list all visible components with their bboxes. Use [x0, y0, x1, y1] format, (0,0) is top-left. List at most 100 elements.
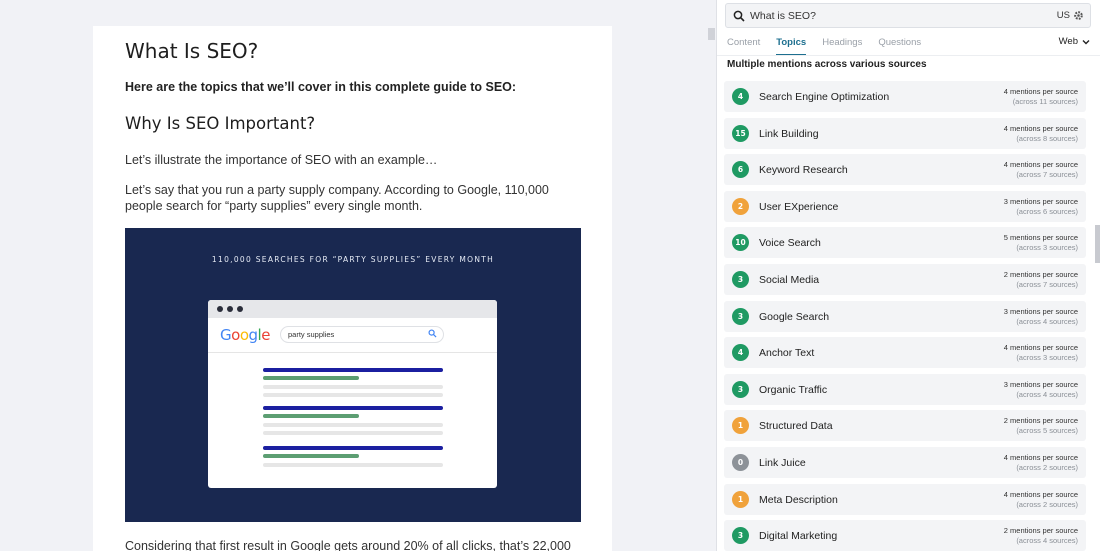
- topic-mentions: 3 mentions per source (across 6 sources): [1004, 197, 1078, 217]
- topic-name: Voice Search: [759, 237, 821, 250]
- result-snippet-line: [263, 423, 443, 427]
- paragraph-1[interactable]: Let’s illustrate the importance of SEO w…: [125, 152, 580, 168]
- mentions-per-source: 2 mentions per source: [1003, 416, 1078, 426]
- topic-name: Link Building: [759, 127, 819, 140]
- result-title-line: [263, 406, 443, 410]
- sources-count: (across 6 sources): [1016, 206, 1078, 216]
- tab-questions[interactable]: Questions: [878, 36, 921, 56]
- illustration-search-box: party supplies: [280, 326, 444, 343]
- topic-count-badge: 4: [732, 344, 749, 362]
- topic-item[interactable]: 2 User EXperience 3 mentions per source …: [724, 190, 1086, 222]
- search-input[interactable]: [750, 6, 1040, 25]
- topic-mentions: 3 mentions per source (across 4 sources): [1004, 380, 1078, 400]
- divider: [717, 55, 1100, 56]
- browser-illustration: Google party supplies: [208, 300, 497, 488]
- mentions-per-source: 4 mentions per source: [1003, 87, 1078, 96]
- topic-mentions: 4 mentions per source (across 2 sources): [1004, 453, 1078, 473]
- topic-item[interactable]: 1 Structured Data 2 mentions per source …: [724, 410, 1086, 442]
- topic-name: Google Search: [759, 310, 830, 323]
- topic-item[interactable]: 4 Anchor Text 4 mentions per source (acr…: [724, 337, 1086, 369]
- sources-count: (across 7 sources): [1016, 170, 1078, 180]
- chevron-down-icon: [1082, 39, 1090, 44]
- browser-header: Google party supplies: [208, 318, 497, 353]
- topic-name: Organic Traffic: [759, 383, 828, 396]
- illustration-search-text: party supplies: [288, 330, 335, 339]
- mentions-per-source: 4 mentions per source: [1003, 343, 1078, 353]
- topic-list: 4 Search Engine Optimization 4 mentions …: [724, 81, 1086, 551]
- topic-name: User EXperience: [759, 200, 839, 213]
- result-title-line: [263, 368, 443, 372]
- topic-mentions: 4 mentions per source (across 3 sources): [1004, 343, 1078, 363]
- sources-count: (across 4 sources): [1016, 536, 1078, 546]
- hero-image: 110,000 SEARCHES FOR “PARTY SUPPLIES” EV…: [125, 228, 581, 522]
- topic-item[interactable]: 15 Link Building 4 mentions per source (…: [724, 117, 1086, 149]
- tab-headings[interactable]: Headings: [822, 36, 862, 56]
- topic-count-badge: 1: [732, 417, 749, 435]
- topic-count-badge: 3: [732, 307, 749, 325]
- sources-count: (across 7 sources): [1016, 279, 1078, 289]
- mentions-per-source: 3 mentions per source: [1003, 196, 1078, 206]
- mentions-per-source: 4 mentions per source: [1003, 123, 1078, 133]
- topics-panel: US Content Topics Headings Questions Web…: [716, 0, 1100, 551]
- mentions-per-source: 5 mentions per source: [1003, 233, 1078, 243]
- topic-name: Search Engine Optimization: [759, 91, 890, 103]
- document-scrollbar[interactable]: [708, 0, 715, 551]
- topic-mentions: 2 mentions per source (across 5 sources): [1004, 416, 1078, 436]
- sources-count: (across 8 sources): [1016, 133, 1078, 143]
- topic-count-badge: 15: [732, 124, 749, 142]
- browser-titlebar: [208, 300, 497, 318]
- topic-count-badge: 2: [732, 197, 749, 215]
- sources-count: (across 4 sources): [1016, 389, 1078, 399]
- mentions-per-source: 2 mentions per source: [1003, 269, 1078, 279]
- topic-mentions: 4 mentions per source (across 7 sources): [1004, 160, 1078, 180]
- topic-count-badge: 4: [732, 88, 749, 105]
- paragraph-3[interactable]: Considering that first result in Google …: [125, 538, 580, 551]
- window-dot-icon: [227, 306, 233, 312]
- topic-item[interactable]: 4 Search Engine Optimization 4 mentions …: [724, 81, 1086, 112]
- result-url-line: [263, 376, 359, 380]
- topic-name: Link Juice: [759, 456, 806, 469]
- topic-item[interactable]: 6 Keyword Research 4 mentions per source…: [724, 154, 1086, 186]
- topic-item[interactable]: 3 Google Search 3 mentions per source (a…: [724, 300, 1086, 332]
- result-url-line: [263, 414, 359, 418]
- topic-name: Structured Data: [759, 420, 833, 433]
- topic-item[interactable]: 3 Organic Traffic 3 mentions per source …: [724, 373, 1086, 405]
- tab-bar: Content Topics Headings Questions: [727, 36, 937, 56]
- search-icon: [428, 329, 437, 338]
- result-snippet-line: [263, 431, 443, 435]
- section-title: Multiple mentions across various sources: [727, 59, 927, 70]
- panel-scrollbar-thumb[interactable]: [1095, 225, 1100, 263]
- topic-count-badge: 3: [732, 270, 749, 288]
- mentions-per-source: 4 mentions per source: [1003, 489, 1078, 499]
- topic-count-badge: 0: [732, 453, 749, 471]
- topic-count-badge: 1: [732, 490, 749, 508]
- mentions-per-source: 3 mentions per source: [1003, 306, 1078, 316]
- tab-topics[interactable]: Topics: [776, 36, 807, 56]
- topic-mentions: 3 mentions per source (across 4 sources): [1004, 307, 1078, 327]
- topic-item[interactable]: 0 Link Juice 4 mentions per source (acro…: [724, 446, 1086, 478]
- window-dot-icon: [217, 306, 223, 312]
- result-snippet-line: [263, 393, 443, 397]
- result-title-line: [263, 446, 443, 450]
- topic-item[interactable]: 3 Digital Marketing 2 mentions per sourc…: [724, 520, 1086, 551]
- country-selector[interactable]: US: [1057, 10, 1070, 21]
- window-dot-icon: [237, 306, 243, 312]
- document-page: What Is SEO? Here are the topics that we…: [93, 26, 612, 551]
- hero-title: 110,000 SEARCHES FOR “PARTY SUPPLIES” EV…: [211, 255, 495, 264]
- topic-item[interactable]: 10 Voice Search 5 mentions per source (a…: [724, 227, 1086, 259]
- source-dropdown[interactable]: Web: [1059, 36, 1090, 47]
- mentions-per-source: 2 mentions per source: [1003, 526, 1078, 536]
- result-url-line: [263, 454, 359, 458]
- topic-name: Meta Description: [759, 493, 838, 506]
- topic-name: Social Media: [759, 273, 820, 286]
- sources-count: (across 5 sources): [1016, 426, 1078, 436]
- topic-count-badge: 6: [732, 161, 749, 179]
- gear-icon[interactable]: [1073, 10, 1084, 21]
- topic-item[interactable]: 1 Meta Description 4 mentions per source…: [724, 483, 1086, 515]
- page-title: What Is SEO?: [125, 39, 259, 63]
- scroll-up-button[interactable]: [708, 28, 715, 40]
- tab-content[interactable]: Content: [727, 36, 760, 56]
- lead-text: Here are the topics that we’ll cover in …: [125, 80, 517, 94]
- paragraph-2[interactable]: Let’s say that you run a party supply co…: [125, 182, 580, 214]
- topic-item[interactable]: 3 Social Media 2 mentions per source (ac…: [724, 263, 1086, 295]
